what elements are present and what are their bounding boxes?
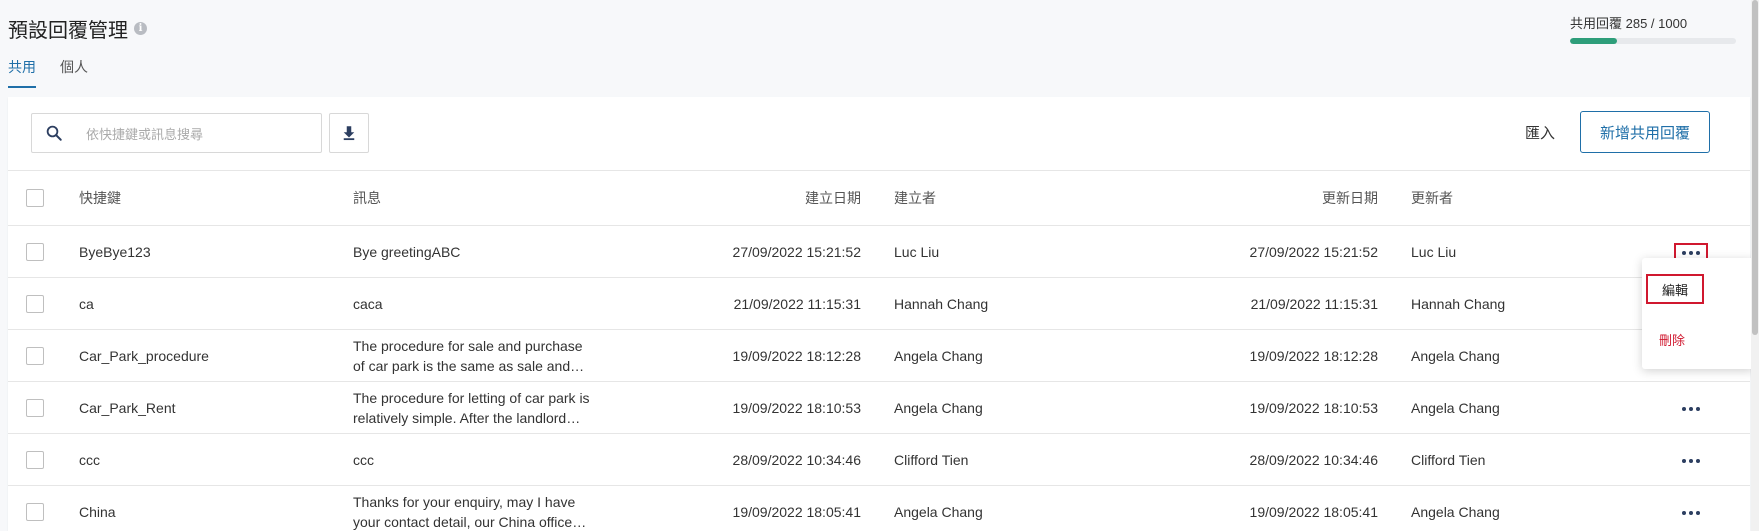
row-message-text: ccc xyxy=(353,451,374,468)
row-created-date: 19/09/2022 18:10:53 xyxy=(732,399,861,416)
row-created-date: 27/09/2022 15:21:52 xyxy=(732,243,861,260)
row-message-text: The procedure for letting of car park is… xyxy=(353,389,590,426)
row-key: China xyxy=(79,503,116,520)
row-checkbox[interactable] xyxy=(26,242,44,261)
tab-bar: 共用 個人 xyxy=(8,57,112,88)
download-button[interactable] xyxy=(329,113,369,153)
row-key: ccc xyxy=(79,451,100,468)
quota-progress-fill xyxy=(1570,38,1618,44)
column-header-message[interactable]: 訊息 xyxy=(353,171,593,225)
page-title-text: 預設回覆管理 xyxy=(8,20,128,42)
download-icon xyxy=(343,126,355,141)
tab-shared[interactable]: 共用 xyxy=(8,57,36,88)
column-header-updated-date[interactable]: 更新日期 xyxy=(1108,171,1378,225)
row-checkbox[interactable] xyxy=(26,294,44,313)
row-updated-by: Luc Liu xyxy=(1411,243,1457,260)
search-input[interactable] xyxy=(84,122,313,146)
row-checkbox[interactable] xyxy=(26,398,44,417)
row-message: The procedure for letting of car park is… xyxy=(353,382,593,433)
row-created-by: Hannah Chang xyxy=(894,295,989,312)
delete-menu-item[interactable]: 刪除 xyxy=(1659,330,1685,349)
row-checkbox[interactable] xyxy=(26,450,44,469)
column-header-updated-by[interactable]: 更新者 xyxy=(1411,171,1453,225)
row-updated-by: Angela Chang xyxy=(1411,503,1500,520)
row-message: Bye greetingABC xyxy=(353,226,593,277)
row-created-by: Angela Chang xyxy=(894,347,983,364)
row-message-text: Thanks for your enquiry, may I have your… xyxy=(353,493,576,530)
row-created-by: Luc Liu xyxy=(894,243,940,260)
row-created-by: Clifford Tien xyxy=(894,451,969,468)
replies-card: 匯入 新增共用回覆 快捷鍵 訊息 建立日期 建立者 更新日期 更新者 ByeBy… xyxy=(8,97,1750,531)
row-checkbox[interactable] xyxy=(26,346,44,365)
row-key: Car_Park_procedure xyxy=(79,347,209,364)
search-icon xyxy=(46,125,62,141)
more-horizontal-icon xyxy=(1682,250,1700,255)
add-shared-reply-button[interactable]: 新增共用回覆 xyxy=(1580,111,1710,153)
row-message-text: Bye greetingABC xyxy=(353,243,461,260)
tab-personal[interactable]: 個人 xyxy=(60,57,88,88)
column-header-key[interactable]: 快捷鍵 xyxy=(79,171,121,225)
table-row[interactable]: ccc ccc 28/09/2022 10:34:46 Clifford Tie… xyxy=(8,434,1750,486)
row-message-text: The procedure for sale and purchase of c… xyxy=(353,337,583,374)
more-horizontal-icon xyxy=(1682,458,1700,463)
row-key: ca xyxy=(79,295,94,312)
row-actions-menu: 編輯 刪除 xyxy=(1642,258,1754,369)
edit-menu-item[interactable]: 編輯 xyxy=(1646,274,1704,304)
more-actions-button[interactable] xyxy=(1674,451,1708,471)
toolbar: 匯入 新增共用回覆 xyxy=(8,97,1750,171)
row-message: Thanks for your enquiry, may I have your… xyxy=(353,486,593,531)
import-button[interactable]: 匯入 xyxy=(1525,122,1555,143)
more-horizontal-icon xyxy=(1682,406,1700,411)
scrollbar-thumb[interactable] xyxy=(1752,0,1758,335)
search-box[interactable] xyxy=(31,113,322,153)
table-row[interactable]: Car_Park_Rent The procedure for letting … xyxy=(8,382,1750,434)
row-updated-date: 27/09/2022 15:21:52 xyxy=(1249,243,1378,260)
more-actions-button[interactable] xyxy=(1674,503,1708,523)
row-created-date: 19/09/2022 18:12:28 xyxy=(732,347,861,364)
row-updated-by: Angela Chang xyxy=(1411,399,1500,416)
quota-progress-bar xyxy=(1570,38,1736,44)
column-header-created-by[interactable]: 建立者 xyxy=(894,171,936,225)
info-icon[interactable]: i xyxy=(134,22,147,35)
row-updated-date: 19/09/2022 18:12:28 xyxy=(1249,347,1378,364)
row-updated-by: Angela Chang xyxy=(1411,347,1500,364)
page-scrollbar[interactable] xyxy=(1751,0,1759,531)
row-updated-date: 19/09/2022 18:10:53 xyxy=(1249,399,1378,416)
page-title: 預設回覆管理 i xyxy=(8,14,147,43)
table-row[interactable]: ca caca 21/09/2022 11:15:31 Hannah Chang… xyxy=(8,278,1750,330)
row-message: ccc xyxy=(353,434,593,485)
row-message: The procedure for sale and purchase of c… xyxy=(353,330,593,381)
row-updated-date: 28/09/2022 10:34:46 xyxy=(1249,451,1378,468)
row-message: caca xyxy=(353,278,593,329)
row-created-date: 19/09/2022 18:05:41 xyxy=(732,503,861,520)
more-actions-button[interactable] xyxy=(1674,399,1708,419)
table-row[interactable]: China Thanks for your enquiry, may I hav… xyxy=(8,486,1750,531)
row-updated-date: 21/09/2022 11:15:31 xyxy=(1250,295,1378,312)
row-key: Car_Park_Rent xyxy=(79,399,176,416)
more-horizontal-icon xyxy=(1682,510,1700,515)
quota-label: 共用回覆 285 / 1000 xyxy=(1570,16,1688,31)
table-row[interactable]: Car_Park_procedure The procedure for sal… xyxy=(8,330,1750,382)
table-row[interactable]: ByeBye123 Bye greetingABC 27/09/2022 15:… xyxy=(8,226,1750,278)
row-created-date: 28/09/2022 10:34:46 xyxy=(732,451,861,468)
select-all-checkbox[interactable] xyxy=(26,189,44,207)
row-updated-date: 19/09/2022 18:05:41 xyxy=(1249,503,1378,520)
row-created-by: Angela Chang xyxy=(894,399,983,416)
column-header-created-date[interactable]: 建立日期 xyxy=(608,171,861,225)
quota-indicator: 共用回覆 285 / 1000 xyxy=(1570,13,1736,44)
row-message-text: caca xyxy=(353,295,383,312)
row-checkbox[interactable] xyxy=(26,502,44,521)
table-header: 快捷鍵 訊息 建立日期 建立者 更新日期 更新者 xyxy=(8,171,1750,226)
row-created-by: Angela Chang xyxy=(894,503,983,520)
row-updated-by: Hannah Chang xyxy=(1411,295,1506,312)
row-created-date: 21/09/2022 11:15:31 xyxy=(733,295,861,312)
row-updated-by: Clifford Tien xyxy=(1411,451,1486,468)
row-key: ByeBye123 xyxy=(79,243,151,260)
